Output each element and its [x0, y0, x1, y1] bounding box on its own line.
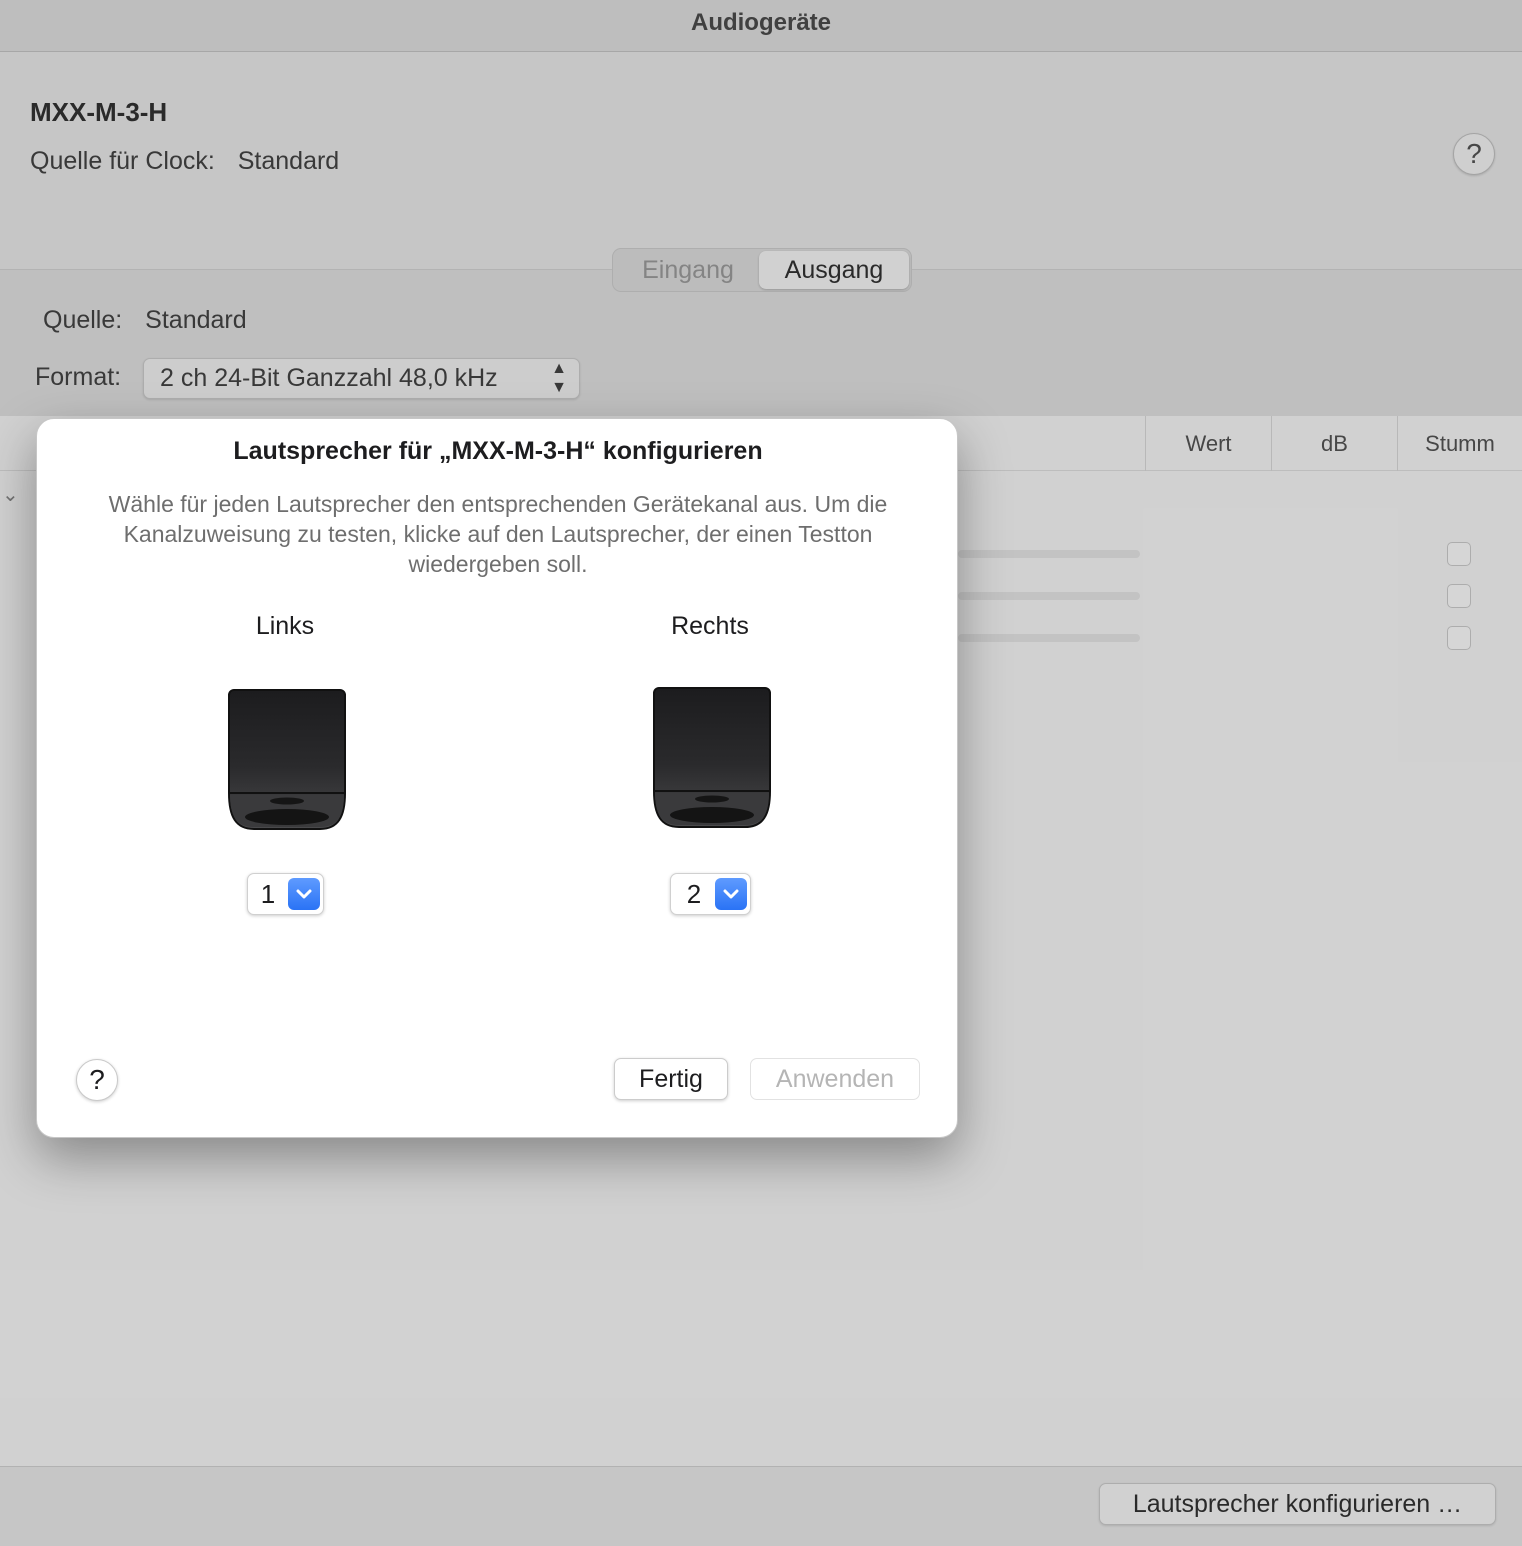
- apply-button[interactable]: Anwenden: [750, 1058, 920, 1100]
- done-button[interactable]: Fertig: [614, 1058, 728, 1100]
- dialog-title: Lautsprecher für „MXX-M-3-H“ konfigurier…: [233, 437, 763, 465]
- chevron-down-icon: [715, 878, 747, 910]
- right-channel-select[interactable]: 2: [670, 873, 751, 915]
- left-channel-select[interactable]: 1: [247, 873, 324, 915]
- right-channel-value: 2: [686, 879, 702, 909]
- dialog-description: Wähle für jeden Lautsprecher den entspre…: [108, 491, 888, 577]
- left-speaker-icon[interactable]: [228, 689, 346, 831]
- right-speaker-icon[interactable]: [653, 687, 771, 829]
- left-channel-value: 1: [260, 879, 276, 909]
- speaker-label-left: Links: [255, 612, 315, 640]
- speaker-label-right: Rechts: [671, 612, 749, 640]
- configure-speakers-dialog: Lautsprecher für „MXX-M-3-H“ konfigurier…: [36, 418, 958, 1138]
- chevron-down-icon: [288, 878, 320, 910]
- dialog-help-button[interactable]: ?: [76, 1059, 118, 1101]
